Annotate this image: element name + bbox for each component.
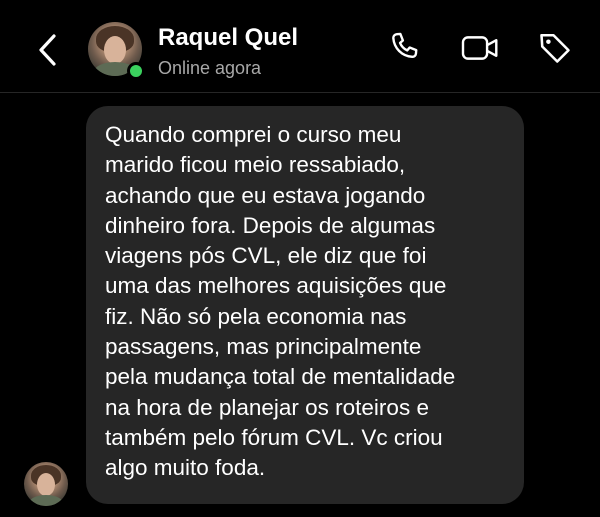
voice-call-button[interactable] xyxy=(385,28,425,68)
online-status-dot xyxy=(127,62,145,80)
tag-button[interactable] xyxy=(535,28,575,68)
back-button[interactable] xyxy=(30,30,64,70)
tag-icon xyxy=(540,33,570,63)
contact-status: Online agora xyxy=(158,58,262,78)
video-camera-icon xyxy=(461,36,498,60)
header-divider xyxy=(0,92,600,93)
contact-name[interactable]: Raquel Quel xyxy=(158,24,298,52)
message-bubble[interactable]: Quando comprei o curso meu marido ficou … xyxy=(86,106,524,504)
video-call-button[interactable] xyxy=(460,28,500,68)
phone-icon xyxy=(392,32,418,59)
sender-avatar[interactable] xyxy=(24,462,68,506)
contact-avatar[interactable] xyxy=(88,22,146,80)
chat-header: Raquel Quel Online agora xyxy=(0,0,600,92)
chevron-left-icon xyxy=(39,34,56,66)
message-text: Quando comprei o curso meu marido ficou … xyxy=(105,122,456,481)
